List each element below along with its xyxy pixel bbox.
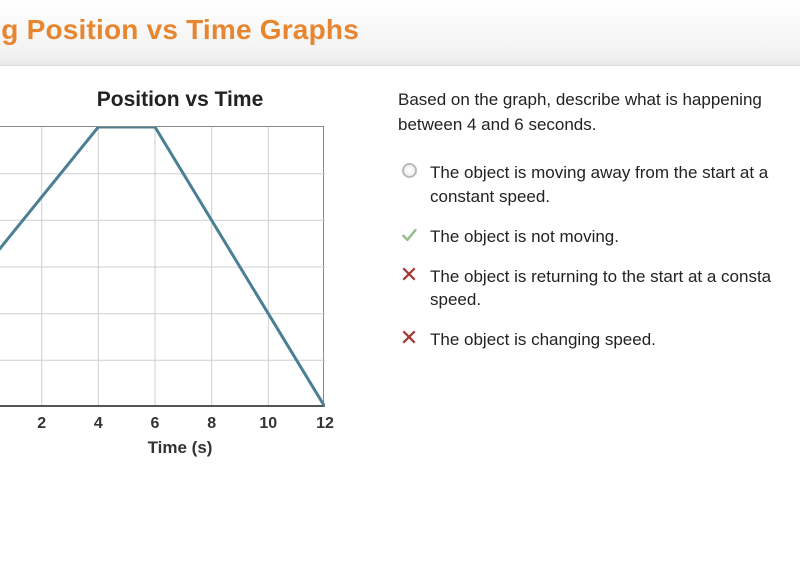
- question-line1: Based on the graph, describe what is hap…: [398, 90, 762, 109]
- option-3-text: The object is returning to the start at …: [430, 265, 771, 313]
- wrong-icon: [398, 330, 420, 344]
- option-3[interactable]: The object is returning to the start at …: [398, 259, 800, 323]
- content-area: Position vs Time 2: [0, 66, 800, 458]
- x-tick-10: 10: [259, 415, 277, 433]
- x-tick-12: 12: [316, 415, 334, 433]
- chart-title: Position vs Time: [2, 88, 358, 112]
- option-2-text: The object is not moving.: [430, 225, 619, 249]
- option-3-line2: speed.: [430, 290, 481, 309]
- x-tick-8: 8: [207, 415, 216, 433]
- option-4-text: The object is changing speed.: [430, 328, 656, 352]
- chart-svg: [0, 127, 325, 407]
- x-tick-4: 4: [94, 415, 103, 433]
- option-1-line1: The object is moving away from the start…: [430, 163, 768, 182]
- option-1[interactable]: The object is moving away from the start…: [398, 155, 800, 219]
- option-1-text: The object is moving away from the start…: [430, 161, 768, 209]
- page-title: ing Position vs Time Graphs: [0, 14, 776, 46]
- position-vs-time-chart: 2 4 6 8 10 12: [0, 126, 324, 406]
- question-text: Based on the graph, describe what is hap…: [398, 88, 800, 137]
- chart-column: Position vs Time 2: [0, 88, 358, 458]
- check-icon: [398, 227, 420, 243]
- radio-empty-icon: [398, 163, 420, 178]
- option-2[interactable]: The object is not moving.: [398, 219, 800, 259]
- x-tick-2: 2: [37, 415, 46, 433]
- option-1-line2: constant speed.: [430, 187, 550, 206]
- wrong-icon: [398, 267, 420, 281]
- answer-options: The object is moving away from the start…: [398, 155, 800, 362]
- option-3-line1: The object is returning to the start at …: [430, 267, 771, 286]
- question-column: Based on the graph, describe what is hap…: [380, 88, 800, 458]
- x-axis-label: Time (s): [2, 438, 358, 458]
- header-bar: ing Position vs Time Graphs: [0, 0, 800, 66]
- question-line2: between 4 and 6 seconds.: [398, 115, 596, 134]
- chart-grid: [0, 127, 325, 407]
- x-tick-6: 6: [151, 415, 160, 433]
- option-4[interactable]: The object is changing speed.: [398, 322, 800, 362]
